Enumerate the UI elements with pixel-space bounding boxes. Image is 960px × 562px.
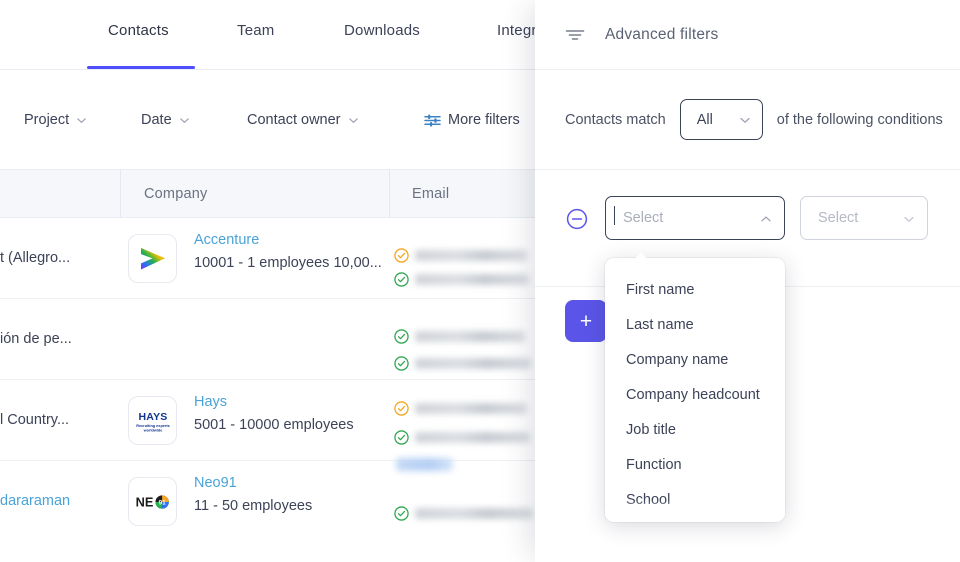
dropdown-option-function[interactable]: Function xyxy=(605,447,785,482)
match-prefix-label: Contacts match xyxy=(565,112,666,128)
dropdown-option-company-headcount[interactable]: Company headcount xyxy=(605,377,785,412)
svg-text:HAYS: HAYS xyxy=(138,411,167,423)
match-type-value: All xyxy=(697,112,713,128)
cell-company-name[interactable]: Accenture xyxy=(194,232,259,248)
cell-company-size: 10001 - 1 employees 10,00... xyxy=(194,255,382,271)
neo91-logo: NE 91 xyxy=(128,477,177,526)
more-filters-label: More filters xyxy=(448,112,520,128)
accenture-logo xyxy=(128,234,177,283)
cell-contact-name: ión de pe... xyxy=(0,331,72,347)
plus-icon: + xyxy=(580,311,592,332)
match-condition-row: Contacts match All of the following cond… xyxy=(535,70,960,170)
advanced-filters-panel: Advanced filters Contacts match All of t… xyxy=(535,0,960,562)
match-type-select[interactable]: All xyxy=(680,99,763,140)
filter-date-label: Date xyxy=(141,112,172,128)
active-tab-indicator xyxy=(87,66,195,69)
more-filters-button[interactable]: More filters xyxy=(424,112,520,128)
column-header-company[interactable]: Company xyxy=(144,170,207,218)
tab-integrations[interactable]: Integrations xyxy=(497,22,535,52)
cell-company-size: 5001 - 10000 employees xyxy=(194,417,354,433)
minus-circle-icon[interactable] xyxy=(566,208,588,230)
text-cursor xyxy=(614,206,615,225)
cell-contact-name[interactable]: dararaman xyxy=(0,493,70,509)
chevron-down-icon xyxy=(739,114,750,125)
status-icon-verified xyxy=(394,329,409,344)
dropdown-option-job-title[interactable]: Job title xyxy=(605,412,785,447)
cell-contact-name: l Country... xyxy=(0,412,69,428)
status-icon-pending xyxy=(394,401,409,416)
chevron-up-icon xyxy=(760,213,771,224)
tab-contacts[interactable]: Contacts xyxy=(108,22,169,52)
condition-operator-placeholder: Select xyxy=(818,210,858,226)
cell-contact-name: t (Allegro... xyxy=(0,250,70,266)
main-app-area: Contacts Team Downloads Integrations Pro… xyxy=(0,0,535,562)
tab-downloads[interactable]: Downloads xyxy=(344,22,420,52)
dropdown-option-first-name[interactable]: First name xyxy=(605,272,785,307)
chevron-down-icon xyxy=(348,115,359,126)
conditions-area: Select Select + First name Last name xyxy=(535,170,960,562)
status-icon-verified xyxy=(394,272,409,287)
dropdown-pointer xyxy=(633,252,649,261)
sliders-icon xyxy=(424,113,441,128)
status-icon-pending xyxy=(394,248,409,263)
column-header-email[interactable]: Email xyxy=(412,170,449,218)
filter-project-label: Project xyxy=(24,112,69,128)
chevron-down-icon xyxy=(179,115,190,126)
filter-date[interactable]: Date xyxy=(141,112,190,128)
blurred-email xyxy=(415,432,530,443)
cell-company-size: 11 - 50 employees xyxy=(194,498,312,514)
condition-operator-select[interactable]: Select xyxy=(800,196,928,240)
status-icon-verified xyxy=(394,430,409,445)
blurred-email xyxy=(415,508,533,519)
svg-text:NE: NE xyxy=(135,494,153,509)
table-header-row: Company Email xyxy=(0,170,535,218)
app-root: Contacts Team Downloads Integrations Pro… xyxy=(0,0,960,562)
top-tab-bar: Contacts Team Downloads Integrations xyxy=(0,0,535,70)
blurred-email xyxy=(415,358,531,369)
blurred-email xyxy=(415,403,527,414)
dropdown-option-location[interactable]: Location xyxy=(605,517,785,522)
dropdown-option-last-name[interactable]: Last name xyxy=(605,307,785,342)
condition-field-placeholder: Select xyxy=(623,210,663,226)
dropdown-option-school[interactable]: School xyxy=(605,482,785,517)
column-divider xyxy=(120,170,121,218)
panel-header: Advanced filters xyxy=(535,0,960,70)
blurred-email xyxy=(415,331,525,342)
panel-title: Advanced filters xyxy=(605,26,718,44)
status-icon-verified xyxy=(394,356,409,371)
hays-logo: HAYS Recruiting experts worldwide xyxy=(128,396,177,445)
svg-text:Recruiting experts: Recruiting experts xyxy=(136,423,170,427)
match-suffix-label: of the following conditions xyxy=(777,112,943,128)
blurred-email xyxy=(415,274,529,285)
field-options-dropdown[interactable]: First name Last name Company name Compan… xyxy=(605,258,785,522)
email-column-content xyxy=(389,218,535,562)
cell-company-name[interactable]: Hays xyxy=(194,394,227,410)
chevron-down-icon xyxy=(76,115,87,126)
column-divider xyxy=(389,170,390,218)
tab-team[interactable]: Team xyxy=(237,22,274,52)
filter-contact-owner-label: Contact owner xyxy=(247,112,341,128)
filter-project[interactable]: Project xyxy=(24,112,87,128)
status-icon-verified xyxy=(394,506,409,521)
filter-contact-owner[interactable]: Contact owner xyxy=(247,112,359,128)
blurred-email xyxy=(415,250,527,261)
svg-text:worldwide: worldwide xyxy=(142,428,162,432)
dropdown-option-company-name[interactable]: Company name xyxy=(605,342,785,377)
svg-text:91: 91 xyxy=(158,499,166,506)
cell-company-name[interactable]: Neo91 xyxy=(194,475,237,491)
blurred-email-tag xyxy=(396,458,453,471)
condition-field-select[interactable]: Select xyxy=(605,196,785,240)
chevron-down-icon xyxy=(903,213,914,224)
add-condition-button[interactable]: + xyxy=(565,300,607,342)
filter-icon xyxy=(565,27,585,43)
